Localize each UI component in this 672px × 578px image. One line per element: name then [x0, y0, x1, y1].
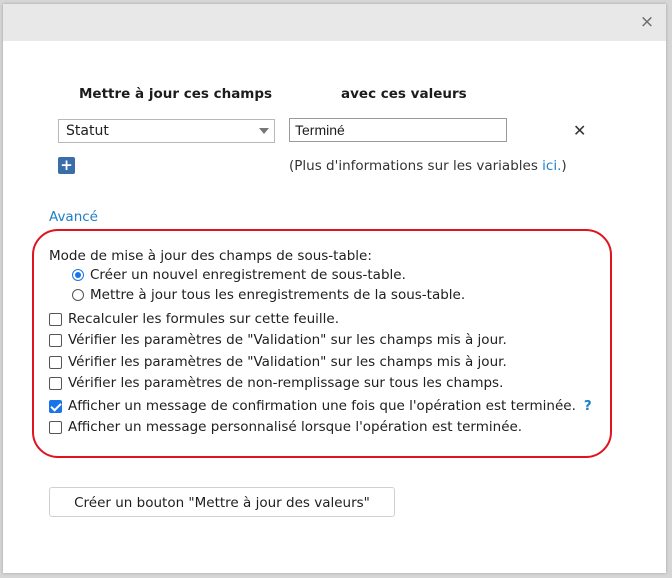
checkbox-label: Afficher un message personnalisé lorsque… [68, 419, 523, 435]
variables-note-suffix: ) [561, 158, 567, 174]
radio-create-new-record[interactable]: Créer un nouvel enregistrement de sous-t… [72, 265, 406, 285]
checkbox[interactable] [49, 312, 62, 326]
checkbox-label: Recalculer les formules sur cette feuill… [68, 311, 340, 327]
add-row-button[interactable]: + [58, 157, 75, 174]
variables-help-link[interactable]: ici. [542, 158, 561, 174]
radio-button-selected[interactable] [72, 269, 84, 281]
values-column-header: avec ces valeurs [341, 86, 467, 102]
checkbox-label: Vérifier les paramètres de non-remplissa… [68, 375, 504, 391]
checkbox-check-required-fields[interactable]: Vérifier les paramètres de non-remplissa… [49, 373, 503, 393]
dialog-titlebar: × [3, 4, 666, 41]
radio-label: Créer un nouvel enregistrement de sous-t… [90, 267, 406, 283]
variables-note-prefix: (Plus d'informations sur les variables [289, 158, 543, 174]
checkbox-label: Afficher un message de confirmation une … [68, 398, 576, 414]
checkbox[interactable] [49, 333, 62, 347]
checkbox-recalculate-formulas[interactable]: Recalculer les formules sur cette feuill… [49, 309, 339, 329]
create-update-button[interactable]: Créer un bouton "Mettre à jour des valeu… [49, 487, 395, 517]
checkbox-label: Vérifier les paramètres de "Validation" … [68, 354, 507, 370]
checkbox[interactable] [49, 355, 62, 369]
checkbox-label: Vérifier les paramètres de "Validation" … [68, 332, 507, 348]
checkbox[interactable] [49, 376, 62, 390]
radio-label: Mettre à jour tous les enregistrements d… [90, 287, 466, 303]
checkbox-custom-message[interactable]: Afficher un message personnalisé lorsque… [49, 417, 522, 437]
variables-note: (Plus d'informations sur les variables i… [289, 158, 567, 174]
close-icon[interactable]: × [637, 12, 657, 32]
help-icon[interactable]: ? [584, 398, 592, 414]
field-select[interactable]: Statut [58, 119, 275, 143]
checkbox-show-confirmation[interactable]: Afficher un message de confirmation une … [49, 396, 592, 416]
checkbox-checked[interactable] [49, 399, 62, 413]
checkbox[interactable] [49, 420, 62, 434]
field-select-value: Statut [66, 123, 109, 139]
radio-button[interactable] [72, 289, 84, 301]
value-input[interactable] [289, 118, 507, 142]
remove-row-icon[interactable]: ✕ [573, 121, 586, 140]
advanced-toggle-link[interactable]: Avancé [49, 209, 98, 225]
chevron-down-icon [259, 128, 269, 134]
radio-update-all-records[interactable]: Mettre à jour tous les enregistrements d… [72, 285, 465, 305]
subtable-mode-title: Mode de mise à jour des champs de sous-t… [49, 248, 372, 264]
fields-column-header: Mettre à jour ces champs [79, 86, 273, 102]
checkbox-validate-fields-1[interactable]: Vérifier les paramètres de "Validation" … [49, 330, 507, 350]
checkbox-validate-fields-2[interactable]: Vérifier les paramètres de "Validation" … [49, 352, 507, 372]
